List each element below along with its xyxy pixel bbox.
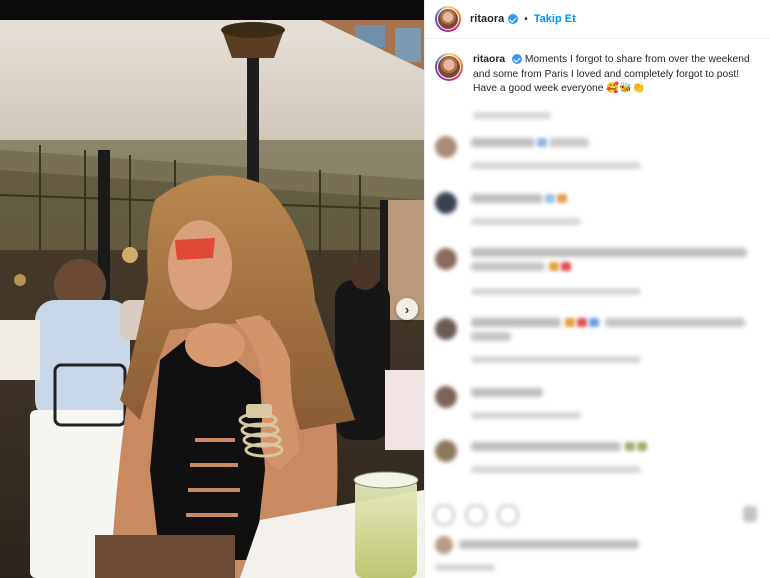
caption-emojis: 🥰🐝👏 [606,83,645,94]
comment-text-blurred [549,138,589,147]
comment-emoji-blurred [549,262,559,271]
post-date-blurred [435,564,495,571]
comment-emoji-blurred [557,194,567,203]
comment-emoji-blurred [637,442,647,451]
comment-emoji-blurred [589,318,599,327]
post-details-panel: ritaora • Takip Et ritaora Moments I for… [424,0,770,578]
caption-meta-blurred [473,112,551,119]
comment-emoji-blurred [577,318,587,327]
heart-icon[interactable] [433,504,455,526]
post-header: ritaora • Takip Et [425,0,770,39]
post-action-bar [433,504,519,526]
comment-emoji-blurred [565,318,575,327]
profile-avatar[interactable] [435,6,461,32]
comment-text-blurred [471,318,561,327]
photo-top-bar [0,0,424,20]
verified-badge-icon [511,54,522,65]
post-caption: ritaora Moments I forgot to share from o… [425,39,770,97]
comment-avatar [435,386,457,408]
comment-avatar [435,136,457,158]
comment-meta-blurred [471,288,641,295]
carousel-next-button[interactable]: › [396,298,418,320]
comment-meta-blurred [471,356,641,363]
comment-emoji-blurred [545,194,555,203]
comment-text-blurred [471,194,543,203]
comment-emoji-blurred [561,262,571,271]
comment-avatar [435,248,457,270]
instagram-post-view: › ritaora • Takip Et ritaora Moments I f… [0,0,770,578]
comment-text-blurred [471,262,545,271]
comment-meta-blurred [471,412,581,419]
header-separator: • [524,13,528,25]
post-photo[interactable]: › [0,0,424,578]
verified-badge-icon [508,14,519,24]
comment-icon[interactable] [465,504,487,526]
comment-meta-blurred [471,162,641,169]
chevron-right-icon: › [404,301,410,317]
comment-avatar [435,318,457,340]
comment-text-blurred [471,442,621,451]
likes-text-blurred [459,540,639,549]
share-icon[interactable] [497,504,519,526]
comment-text-blurred [605,318,745,327]
caption-avatar[interactable] [435,53,463,81]
comment-emoji-blurred [537,138,547,147]
photo-illustration [0,0,424,578]
comment-text-blurred [471,332,511,341]
comment-text-blurred [471,138,535,147]
comment-emoji-blurred [625,442,635,451]
comment-text-blurred [471,388,543,397]
comment-meta-blurred [471,218,581,225]
liker-avatar [435,536,453,554]
comment-avatar [435,440,457,462]
caption-username[interactable]: ritaora [473,54,505,65]
bookmark-icon[interactable] [743,506,757,522]
comment-meta-blurred [471,466,641,473]
header-username[interactable]: ritaora [470,13,504,25]
caption-text-block: ritaora Moments I forgot to share from o… [473,53,758,97]
comment-text-blurred [471,248,747,257]
comment-avatar [435,192,457,214]
follow-button[interactable]: Takip Et [534,13,576,25]
